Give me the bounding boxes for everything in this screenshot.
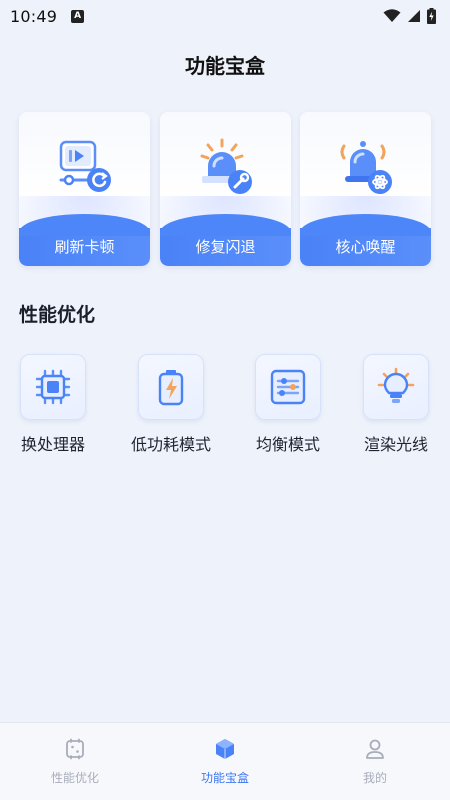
tool-balance-mode[interactable]: 均衡模式 xyxy=(238,354,338,455)
cube-box-icon xyxy=(216,739,234,759)
processor-chip-icon xyxy=(35,369,71,405)
core-wake-icon xyxy=(340,141,392,194)
battery-saver-icon xyxy=(158,370,184,406)
feature-card-core-wake[interactable]: 核心唤醒 xyxy=(300,112,431,266)
nav-tab-mine[interactable]: 我的 xyxy=(300,723,450,800)
light-bulb-icon xyxy=(377,367,415,403)
status-icons xyxy=(383,8,436,24)
a-badge-icon: A xyxy=(71,9,85,23)
tool-label: 低功耗模式 xyxy=(130,435,211,454)
feature-card-refresh-lag[interactable]: 刷新卡顿 xyxy=(19,112,150,266)
tool-icon-box xyxy=(138,354,204,420)
tool-label: 均衡模式 xyxy=(255,435,320,454)
signal-icon xyxy=(408,10,420,22)
tool-label: 换处理器 xyxy=(20,435,85,454)
status-bar: 10:49 A xyxy=(0,0,450,32)
tool-change-processor[interactable]: 换处理器 xyxy=(3,354,103,455)
feature-card-label: 刷新卡顿 xyxy=(19,214,150,266)
refresh-lag-icon xyxy=(59,140,111,192)
repair-crash-icon xyxy=(200,138,252,194)
tool-icon-box xyxy=(255,354,321,420)
user-profile-icon xyxy=(366,739,384,759)
bottom-nav: 性能优化 功能宝盒 我的 xyxy=(0,722,450,800)
status-time: 10:49 xyxy=(10,6,58,26)
nav-tab-performance[interactable]: 性能优化 xyxy=(0,723,150,800)
feature-card-label: 核心唤醒 xyxy=(300,214,431,266)
dice-box-icon xyxy=(66,738,84,760)
page-title: 功能宝盒 xyxy=(185,54,265,78)
tool-low-power-mode[interactable]: 低功耗模式 xyxy=(121,354,221,455)
nav-label: 功能宝盒 xyxy=(200,771,249,785)
battery-charging-icon xyxy=(427,8,436,24)
wifi-icon xyxy=(383,9,401,22)
tool-icon-box xyxy=(363,354,429,420)
nav-label: 我的 xyxy=(362,771,387,785)
feature-card-label: 修复闪退 xyxy=(160,214,291,266)
nav-tab-feature-box[interactable]: 功能宝盒 xyxy=(150,723,300,800)
section-title-performance: 性能优化 xyxy=(19,304,96,326)
tool-icon-box xyxy=(20,354,86,420)
nav-label: 性能优化 xyxy=(50,771,99,785)
feature-card-repair-crash[interactable]: 修复闪退 xyxy=(160,112,291,266)
tool-label: 渲染光线 xyxy=(363,435,428,454)
tool-render-light[interactable]: 渲染光线 xyxy=(346,354,446,455)
balance-slider-icon xyxy=(270,369,306,405)
